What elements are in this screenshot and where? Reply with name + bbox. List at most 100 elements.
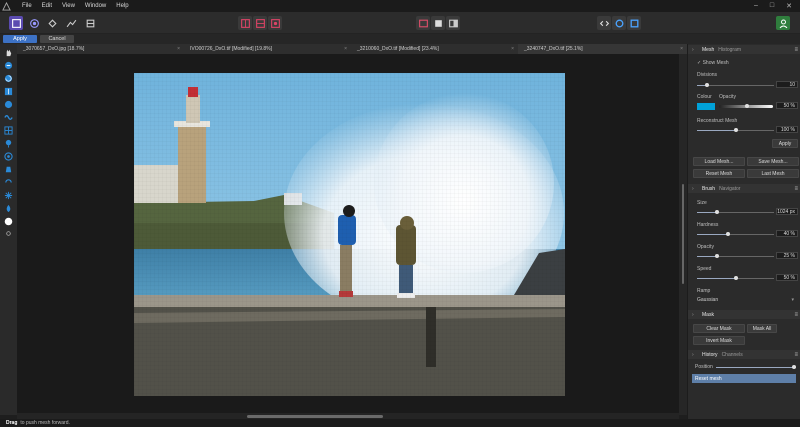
slider-knob[interactable] [715, 210, 719, 214]
size-value[interactable]: 1024 px [776, 208, 798, 215]
forward-warp-tool-icon[interactable] [4, 61, 13, 70]
snowflake-tool-icon[interactable] [4, 191, 13, 200]
drop-tool-icon[interactable] [4, 204, 13, 213]
menu-file[interactable]: File [22, 3, 32, 9]
apply-button[interactable]: Apply [3, 35, 37, 43]
close-tab-icon[interactable]: × [511, 46, 514, 52]
close-icon[interactable]: ✕ [786, 2, 792, 10]
panel-menu-icon[interactable]: ≡ [794, 186, 798, 192]
horizontal-scroll-thumb[interactable] [247, 415, 383, 418]
brush-opacity-value[interactable]: 25 % [776, 252, 798, 259]
twirl-tool-icon[interactable] [4, 74, 13, 83]
vertical-scroll-thumb[interactable] [682, 184, 684, 284]
close-tab-icon[interactable]: × [680, 46, 683, 52]
mesh-warp-tool-icon[interactable] [4, 126, 13, 135]
mesh-opacity-value[interactable]: 50 % [776, 102, 798, 109]
grid-icon[interactable] [238, 16, 252, 30]
reconstruct-slider[interactable] [697, 128, 774, 132]
punch-tool-icon[interactable] [4, 100, 13, 109]
panel-menu-icon[interactable]: ≡ [794, 312, 798, 318]
slider-knob[interactable] [726, 232, 730, 236]
reconstruct-tool-icon[interactable] [4, 152, 13, 161]
secondary-color-icon[interactable] [4, 229, 13, 238]
thaw-tool-icon[interactable] [4, 178, 13, 187]
arrange-icon[interactable] [627, 16, 641, 30]
divisions-slider[interactable] [697, 83, 774, 87]
panel-menu-icon[interactable]: ≡ [794, 352, 798, 358]
hand-tool-icon[interactable] [4, 48, 13, 57]
doc-tab[interactable]: _3070657_DxO.jpg [18.7%] × [17, 44, 184, 54]
size-slider[interactable] [697, 210, 774, 214]
grid-options-icon[interactable] [253, 16, 267, 30]
vertical-scrollbar[interactable] [679, 54, 687, 415]
photo-persona-icon[interactable] [9, 16, 23, 30]
speed-slider[interactable] [697, 276, 774, 280]
tone-mapping-persona-icon[interactable] [64, 16, 78, 30]
hardness-slider[interactable] [697, 232, 774, 236]
liquify-persona-icon[interactable] [27, 16, 41, 30]
canvas-area[interactable] [17, 54, 679, 415]
mask-all-button[interactable]: Mask All [747, 324, 777, 333]
slider-knob[interactable] [715, 254, 719, 258]
brush-opacity-slider[interactable] [697, 254, 774, 258]
collapse-chevron-icon[interactable]: › [692, 312, 694, 318]
tab-channels[interactable]: Channels [722, 352, 743, 358]
export-persona-icon[interactable] [83, 16, 97, 30]
develop-persona-icon[interactable] [45, 16, 59, 30]
mesh-apply-button[interactable]: Apply [772, 139, 798, 148]
menu-help[interactable]: Help [116, 3, 128, 9]
hardness-value[interactable]: 40 % [776, 230, 798, 237]
last-mesh-button[interactable]: Last Mesh [747, 169, 799, 178]
maximize-icon[interactable]: □ [770, 2, 774, 10]
panel-menu-icon[interactable]: ≡ [794, 47, 798, 53]
history-position-slider[interactable] [716, 365, 796, 369]
tab-brush[interactable]: Brush [702, 186, 715, 192]
view-options-icon[interactable] [268, 16, 282, 30]
doc-tab[interactable]: IVO00726_DxO.tif [Modified] [19.8%] × [184, 44, 351, 54]
clear-mask-button[interactable]: Clear Mask [693, 324, 745, 333]
snapping-icon[interactable] [612, 16, 626, 30]
cancel-button[interactable]: Cancel [40, 35, 74, 43]
save-mesh-button[interactable]: Save Mesh... [747, 157, 799, 166]
close-tab-icon[interactable]: × [344, 46, 347, 52]
show-mesh-checkbox[interactable]: ✓ Show Mesh [697, 60, 729, 66]
code-view-icon[interactable] [597, 16, 611, 30]
color-swatch-icon[interactable] [4, 217, 13, 226]
tab-mesh[interactable]: Mesh [702, 47, 714, 53]
invert-mask-button[interactable]: Invert Mask [693, 336, 745, 345]
tab-histogram[interactable]: Histogram [718, 47, 741, 53]
ramp-dropdown[interactable]: Gaussian ▾ [697, 297, 794, 303]
tab-history[interactable]: History [702, 352, 718, 358]
divisions-value[interactable]: 10 [776, 81, 798, 88]
mesh-pin-tool-icon[interactable] [4, 139, 13, 148]
slider-knob[interactable] [792, 365, 796, 369]
pinch-tool-icon[interactable] [4, 87, 13, 96]
doc-tab-active[interactable]: _3240747_DxO.tif [25.1%] × [518, 44, 687, 54]
user-account-icon[interactable] [776, 16, 790, 30]
reset-mesh-button[interactable]: Reset Mesh [693, 169, 745, 178]
collapse-chevron-icon[interactable]: › [692, 352, 694, 358]
mask-overlay-icon[interactable] [431, 16, 445, 30]
collapse-chevron-icon[interactable]: › [692, 47, 694, 53]
menu-edit[interactable]: Edit [42, 3, 52, 9]
slider-knob[interactable] [734, 276, 738, 280]
slider-knob[interactable] [705, 83, 709, 87]
mesh-colour-swatch[interactable] [697, 103, 715, 110]
menu-window[interactable]: Window [85, 3, 106, 9]
close-tab-icon[interactable]: × [177, 46, 180, 52]
collapse-chevron-icon[interactable]: › [692, 186, 694, 192]
reconstruct-value[interactable]: 100 % [776, 126, 798, 133]
slider-knob[interactable] [745, 104, 749, 108]
minimize-icon[interactable]: – [754, 2, 758, 10]
split-view-icon[interactable] [446, 16, 460, 30]
speed-value[interactable]: 50 % [776, 274, 798, 281]
tab-navigator[interactable]: Navigator [719, 186, 740, 192]
history-row[interactable]: Reset mesh [692, 374, 796, 383]
mesh-opacity-slider[interactable] [719, 104, 773, 108]
slider-knob[interactable] [734, 128, 738, 132]
doc-tab[interactable]: _3210060_DxO.tif [Modified] [23.4%] × [351, 44, 518, 54]
load-mesh-button[interactable]: Load Mesh... [693, 157, 745, 166]
freeze-tool-icon[interactable] [4, 165, 13, 174]
menu-view[interactable]: View [62, 3, 75, 9]
document-image[interactable] [134, 73, 565, 396]
